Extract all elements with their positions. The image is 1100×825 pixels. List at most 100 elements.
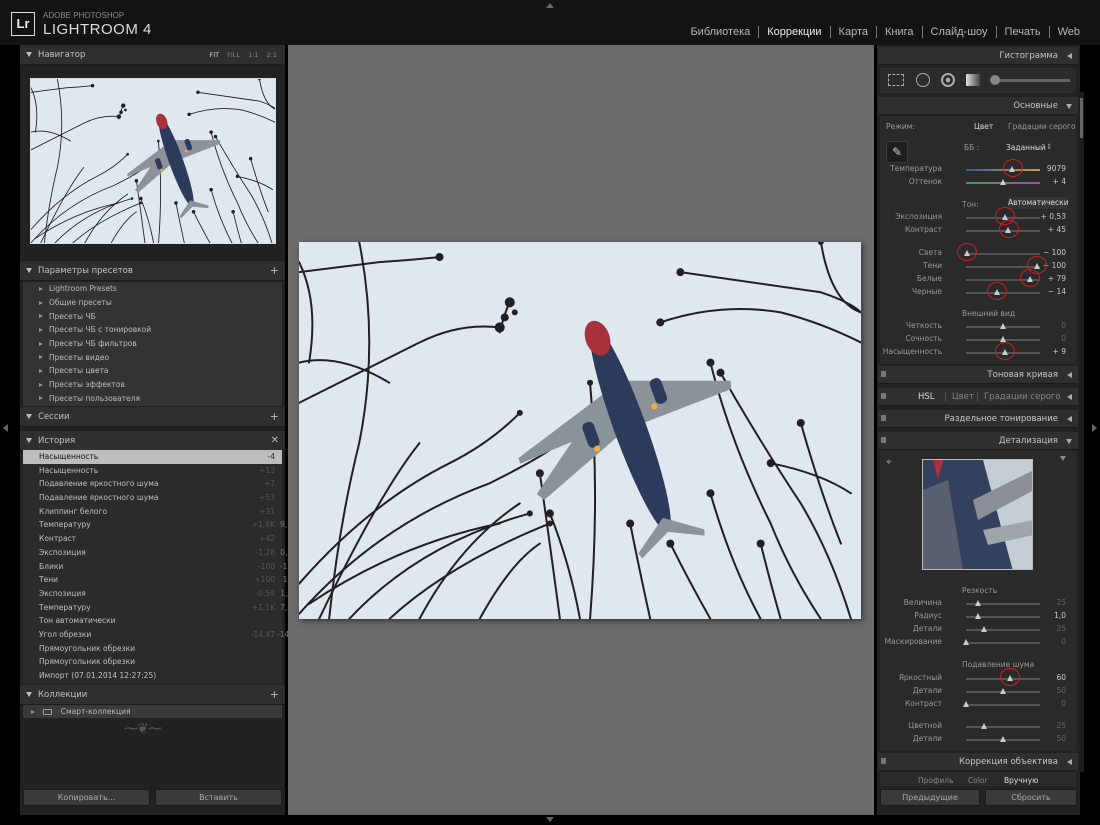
history-header[interactable]: История ✕: [20, 431, 285, 451]
toggle-switch-icon[interactable]: [881, 415, 886, 421]
slider-knob[interactable]: [975, 613, 982, 619]
slider-value[interactable]: 0: [1061, 637, 1066, 646]
mode-color[interactable]: Цвет: [974, 122, 993, 131]
tone-slider[interactable]: Тени + 100: [884, 256, 1074, 274]
color-noise-slider[interactable]: Детали 50: [884, 733, 1074, 746]
history-step[interactable]: Подавление яркостного шума+760: [23, 477, 297, 491]
slider-value[interactable]: + 45: [1048, 225, 1066, 234]
preset-folder[interactable]: Общие пресеты: [23, 296, 282, 310]
toggle-switch-icon[interactable]: [881, 371, 886, 377]
history-step[interactable]: Тени+100100: [23, 573, 297, 587]
add-collection-icon[interactable]: +: [270, 688, 279, 701]
tab-color[interactable]: Цвет: [952, 392, 974, 402]
wb-slider[interactable]: Температура 9079: [884, 159, 1074, 177]
preset-folder[interactable]: Пресеты цвета: [23, 364, 282, 378]
basic-header[interactable]: Основные: [878, 97, 1078, 115]
slider-value[interactable]: 25: [1056, 721, 1066, 730]
history-step[interactable]: Блики-100-100: [23, 560, 297, 574]
history-step[interactable]: Экспозиция-0,591,81: [23, 587, 297, 601]
toggle-switch-icon[interactable]: [881, 393, 886, 399]
eyedropper-icon[interactable]: ✎: [886, 141, 908, 163]
brush-icon[interactable]: [990, 75, 1000, 85]
slider-value[interactable]: 50: [1056, 734, 1066, 743]
slider-value[interactable]: 9079: [1047, 164, 1066, 173]
lens-tab-color[interactable]: Color: [968, 776, 988, 785]
zoom-fit[interactable]: FIT: [210, 51, 220, 59]
sharpening-slider[interactable]: Детали 25: [884, 623, 1074, 636]
sessions-header[interactable]: Сессии +: [20, 407, 285, 427]
slider-knob[interactable]: [999, 179, 1006, 185]
slider-value[interactable]: + 4: [1053, 177, 1066, 186]
lens-correction-header[interactable]: Коррекция объектива: [878, 753, 1078, 771]
slider-knob[interactable]: [981, 626, 987, 632]
preset-folder[interactable]: Пресеты видео: [23, 350, 282, 364]
module-book[interactable]: Книга: [875, 26, 922, 38]
history-step[interactable]: Прямоугольник обрезки: [23, 642, 282, 656]
slider-knob[interactable]: [962, 639, 969, 645]
histogram-header[interactable]: Гистограмма: [878, 47, 1078, 65]
slider-track[interactable]: [966, 629, 1040, 631]
history-step[interactable]: Тон автоматически: [23, 614, 282, 628]
slider-track[interactable]: [966, 704, 1040, 706]
preset-folder[interactable]: Пресеты ЧБ фильтров: [23, 337, 282, 351]
tone-slider[interactable]: Экспозиция + 0,53: [884, 207, 1074, 225]
lens-tab-profile[interactable]: Профиль: [918, 776, 954, 785]
slider-value[interactable]: + 0,53: [1041, 212, 1066, 221]
slider-value[interactable]: 0: [1061, 334, 1066, 343]
navigator-header[interactable]: Навигатор FIT FILL 1:1 2:1: [20, 45, 285, 65]
history-step[interactable]: Прямоугольник обрезки: [23, 655, 282, 669]
presence-slider[interactable]: Сочность 0: [884, 333, 1074, 346]
tone-slider[interactable]: Контраст + 45: [884, 220, 1074, 238]
previous-button[interactable]: Предыдущие: [880, 789, 980, 806]
sharpening-slider[interactable]: Маскирование 0: [884, 636, 1074, 649]
tone-slider[interactable]: Черные − 14: [884, 282, 1074, 300]
top-panel-toggle-icon[interactable]: [546, 3, 554, 8]
adjustment-brush-slider[interactable]: [992, 79, 1070, 82]
history-step[interactable]: Температуру+1,1K7,3K: [23, 601, 297, 615]
add-session-icon[interactable]: +: [270, 410, 279, 423]
slider-track[interactable]: [966, 642, 1040, 644]
zoom-2-1[interactable]: 2:1: [267, 51, 277, 59]
slider-knob[interactable]: [981, 723, 987, 729]
presets-header[interactable]: Параметры пресетов +: [20, 261, 285, 281]
tab-grayscale[interactable]: Градации серого: [984, 392, 1061, 402]
collections-header[interactable]: Коллекции +: [20, 685, 285, 705]
main-photo[interactable]: [299, 242, 861, 619]
noise-slider[interactable]: Детали 50: [884, 685, 1074, 698]
slider-value[interactable]: − 14: [1048, 287, 1066, 296]
bottom-panel-toggle-icon[interactable]: [546, 817, 554, 822]
presence-slider[interactable]: Четкость 0: [884, 320, 1074, 333]
preset-folder[interactable]: Пресеты эффектов: [23, 378, 282, 392]
slider-knob[interactable]: [975, 600, 982, 606]
noise-slider[interactable]: Контраст 0: [884, 698, 1074, 711]
target-icon[interactable]: ⌖: [886, 457, 892, 468]
history-step[interactable]: Температуру+1,8K9,1K: [23, 518, 297, 532]
split-toning-header[interactable]: Раздельное тонирование: [878, 410, 1078, 428]
preset-folder[interactable]: Пресеты пользователя: [23, 392, 282, 406]
slider-value[interactable]: 50: [1056, 686, 1066, 695]
tab-hsl[interactable]: HSL: [918, 392, 935, 402]
mode-grayscale[interactable]: Градации серого: [1008, 122, 1076, 131]
slider-value[interactable]: 1,0: [1054, 611, 1066, 620]
slider-value[interactable]: − 100: [1043, 248, 1066, 257]
noise-slider[interactable]: Яркостный 60: [884, 668, 1074, 686]
slider-value[interactable]: + 79: [1048, 274, 1066, 283]
color-noise-slider[interactable]: Цветной 25: [884, 720, 1074, 733]
wb-slider[interactable]: Оттенок + 4: [884, 176, 1074, 189]
zoom-1-1[interactable]: 1:1: [248, 51, 258, 59]
spot-removal-icon[interactable]: [916, 73, 930, 87]
slider-knob[interactable]: [999, 688, 1006, 694]
slider-knob[interactable]: [962, 701, 969, 707]
paste-button[interactable]: Вставить: [155, 789, 282, 806]
zoom-fill[interactable]: FILL: [227, 51, 240, 59]
history-step[interactable]: Насыщенность-49: [23, 450, 297, 464]
history-step[interactable]: Подавление яркостного шума+5353: [23, 491, 297, 505]
scrollbar[interactable]: [1079, 92, 1084, 772]
history-step[interactable]: Угол обрезки-14,47-14,47: [23, 628, 301, 642]
sharpening-slider[interactable]: Радиус 1,0: [884, 610, 1074, 623]
slider-track[interactable]: [966, 253, 1040, 255]
history-step[interactable]: Клиппинг белого+3179: [23, 505, 297, 519]
slider-track[interactable]: [966, 726, 1040, 728]
presence-slider[interactable]: Насыщенность + 9: [883, 342, 1074, 360]
auto-tone-button[interactable]: Автоматически: [1008, 197, 1069, 209]
